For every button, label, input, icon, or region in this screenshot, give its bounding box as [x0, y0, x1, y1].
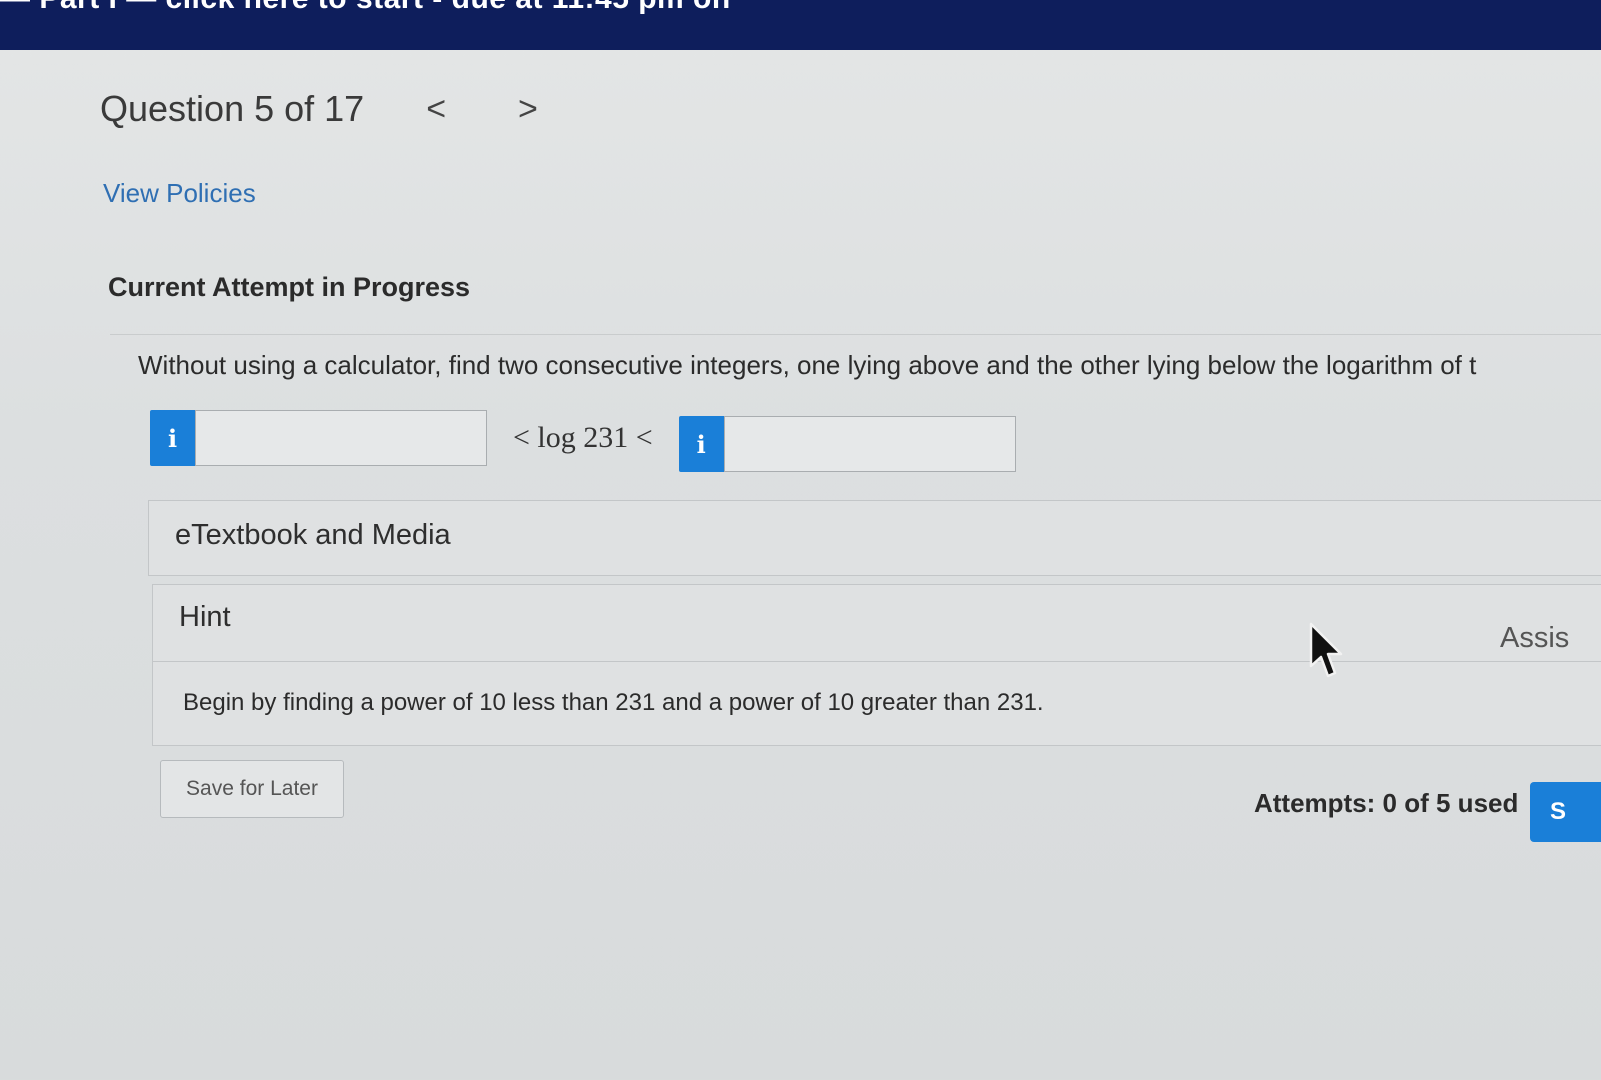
upper-bound-input[interactable]: [723, 416, 1016, 472]
hint-panel-header[interactable]: Hint: [153, 585, 1601, 662]
attempt-heading: Current Attempt in Progress: [108, 272, 471, 302]
etextbook-panel[interactable]: eTextbook and Media: [148, 500, 1601, 576]
info-icon[interactable]: i: [678, 416, 724, 472]
upper-bound-field: i: [678, 416, 1016, 472]
divider: [110, 334, 1601, 335]
info-icon[interactable]: i: [150, 410, 195, 466]
question-prompt: Without using a calculator, find two con…: [138, 350, 1477, 380]
log-expression: < log 231 <: [513, 421, 653, 454]
answer-row: i < log 231 < i: [150, 404, 1016, 472]
hint-panel: Hint Begin by finding a power of 10 less…: [152, 584, 1601, 746]
attempts-counter: Attempts: 0 of 5 used: [1254, 788, 1519, 818]
lower-bound-field: i: [150, 410, 487, 466]
mouse-pointer-icon: [1309, 622, 1343, 678]
lower-bound-input[interactable]: [195, 410, 487, 466]
view-policies-link[interactable]: View Policies: [103, 178, 256, 209]
assistance-used-label[interactable]: Assis: [1500, 622, 1569, 655]
question-navigation: Question 5 of 17 < >: [100, 88, 538, 130]
question-counter: Question 5 of 17: [100, 88, 365, 129]
etextbook-panel-title: eTextbook and Media: [175, 519, 451, 551]
save-for-later-button[interactable]: Save for Later: [160, 760, 344, 818]
chevron-right-icon[interactable]: >: [518, 92, 538, 126]
hint-text: Begin by finding a power of 10 less than…: [183, 689, 1044, 716]
top-bar[interactable]: — Part I — click here to start - due at …: [0, 0, 1601, 50]
hint-panel-title: Hint: [179, 601, 231, 633]
assignment-banner-text[interactable]: — Part I — click here to start - due at …: [0, 0, 731, 16]
submit-answer-button[interactable]: S: [1530, 782, 1601, 842]
chevron-left-icon[interactable]: <: [426, 92, 446, 126]
